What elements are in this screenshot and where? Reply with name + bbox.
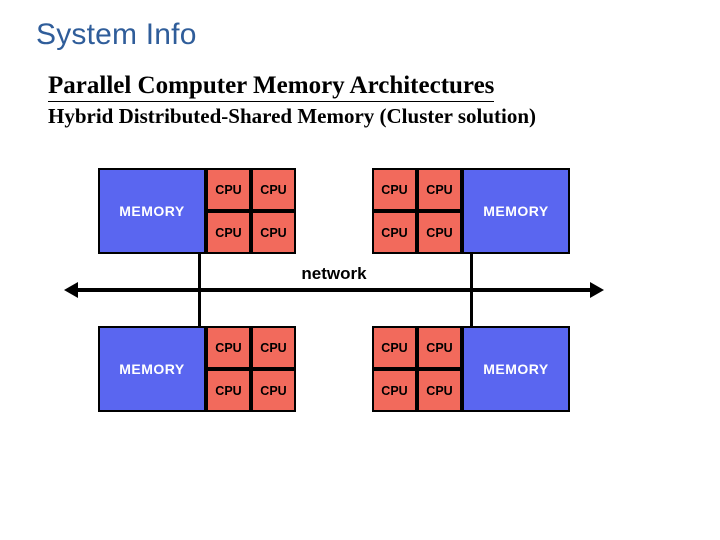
cpu-cell: CPU [206, 168, 251, 211]
arrow-left-icon [64, 282, 78, 298]
connector [198, 292, 201, 326]
cpu-cell: CPU [372, 168, 417, 211]
node-row-top: MEMORY CPU CPU CPU CPU CPU [98, 168, 570, 254]
node-top-left: MEMORY CPU CPU CPU CPU [98, 168, 296, 254]
node-top-right: CPU CPU CPU CPU MEMORY [372, 168, 570, 254]
node-row-bottom: MEMORY CPU CPU CPU CPU CPU [98, 326, 570, 412]
node-bottom-left: MEMORY CPU CPU CPU CPU [98, 326, 296, 412]
cpu-cell: CPU [417, 168, 462, 211]
cpu-cell: CPU [251, 211, 296, 254]
network-bus [74, 288, 594, 292]
node-bottom-right: CPU CPU CPU CPU MEMORY [372, 326, 570, 412]
connector [470, 254, 473, 288]
architecture-diagram: network MEMORY CPU CPU CPU CPU [98, 168, 570, 412]
memory-block: MEMORY [462, 168, 570, 254]
cpu-cell: CPU [417, 211, 462, 254]
memory-block: MEMORY [462, 326, 570, 412]
cpu-cell: CPU [372, 211, 417, 254]
slide: System Info Parallel Computer Memory Arc… [0, 0, 720, 540]
cpu-grid: CPU CPU CPU CPU [372, 326, 462, 412]
arrow-right-icon [590, 282, 604, 298]
cpu-cell: CPU [372, 326, 417, 369]
cpu-cell: CPU [372, 369, 417, 412]
connector [470, 292, 473, 326]
memory-block: MEMORY [98, 326, 206, 412]
connector [198, 254, 201, 288]
cpu-cell: CPU [417, 369, 462, 412]
page-title: System Info [36, 18, 197, 52]
cpu-cell: CPU [251, 369, 296, 412]
section-heading: Parallel Computer Memory Architectures [48, 72, 494, 102]
cpu-cell: CPU [251, 326, 296, 369]
cpu-grid: CPU CPU CPU CPU [206, 326, 296, 412]
cpu-grid: CPU CPU CPU CPU [206, 168, 296, 254]
cpu-cell: CPU [206, 326, 251, 369]
network-label: network [301, 264, 366, 284]
cpu-grid: CPU CPU CPU CPU [372, 168, 462, 254]
section-subheading: Hybrid Distributed-Shared Memory (Cluste… [48, 104, 536, 129]
cpu-cell: CPU [417, 326, 462, 369]
cpu-cell: CPU [206, 369, 251, 412]
memory-block: MEMORY [98, 168, 206, 254]
cpu-cell: CPU [206, 211, 251, 254]
cpu-cell: CPU [251, 168, 296, 211]
